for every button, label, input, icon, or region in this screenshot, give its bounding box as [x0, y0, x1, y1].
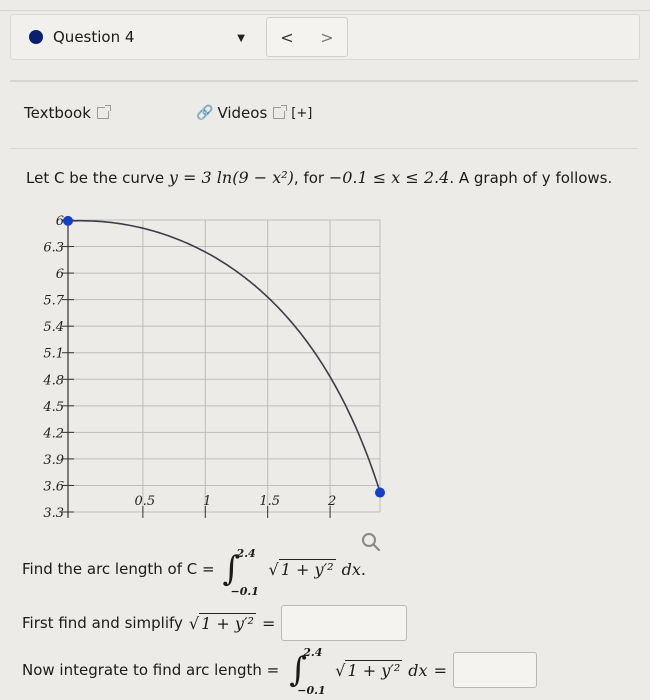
- integral-sign: ∫ 2.4 −0.1: [289, 646, 326, 697]
- prev-question-button[interactable]: <: [267, 28, 307, 47]
- radicand: 1 + y′²: [199, 613, 256, 633]
- x-tick-label: 1: [203, 494, 211, 509]
- resources-divider: [10, 148, 638, 149]
- caret-down-icon: ▼: [237, 33, 245, 44]
- videos-expand[interactable]: [+]: [291, 106, 312, 121]
- y-tick-label: 3.3: [43, 506, 64, 521]
- upper-limit: 2.4: [236, 547, 256, 560]
- y-tick-label: 4.8: [42, 373, 64, 388]
- sqrt-expression: √ 1 + y′²: [335, 660, 403, 680]
- prompt-text-1: Let C be the curve: [26, 169, 169, 187]
- external-link-icon: [96, 105, 111, 119]
- domain-range: −0.1 ≤ x ≤ 2.4: [328, 168, 450, 187]
- integral-sign: ∫ 2.4 −0.1: [222, 547, 259, 598]
- curve-graph: 6 6.3 6 5.7 5.4 5.1 4.8 4.5 4.2 3.9 3.6 3.3 0.5 1 1.5 2: [42, 214, 385, 521]
- arc-length-statement: Find the arc length of C = ∫ 2.4 −0.1 √ 1…: [22, 547, 366, 598]
- external-link-icon: [273, 105, 288, 119]
- videos-label: Videos: [217, 104, 268, 122]
- equals-sign: =: [261, 613, 276, 633]
- q1-text: Find the arc length of C =: [22, 560, 215, 578]
- y-tick-label: 4.2: [42, 426, 64, 441]
- radicand: 1 + y′²: [278, 559, 336, 579]
- y-tick-label: 6: [56, 267, 64, 282]
- q3-text: Now integrate to find arc length =: [22, 661, 280, 679]
- sqrt-expression: √ 1 + y′²: [268, 559, 336, 579]
- videos-link[interactable]: 🔗 Videos [+]: [196, 104, 312, 122]
- question-bar: Question 4 ▼ < >: [10, 14, 640, 60]
- y-tick-label: 3.6: [43, 479, 64, 494]
- question-label: Question 4: [53, 28, 135, 46]
- textbook-label: Textbook: [24, 104, 91, 122]
- arc-length-answer-input[interactable]: [452, 652, 537, 688]
- x-tick-label: 1.5: [259, 494, 280, 509]
- section-divider: [10, 80, 638, 82]
- prompt-text-3: . A graph of y follows.: [449, 169, 613, 187]
- question-nav: < >: [266, 17, 348, 57]
- y-tick-label: 6: [56, 214, 64, 229]
- y-tick-label: 5.7: [43, 294, 64, 309]
- dx: dx.: [341, 559, 366, 579]
- dx: dx: [408, 660, 428, 680]
- equals-sign: =: [433, 660, 447, 680]
- lower-limit: −0.1: [297, 684, 326, 697]
- curve-line: [67, 219, 381, 493]
- end-point: [375, 487, 385, 498]
- simplify-answer-input[interactable]: [281, 605, 408, 641]
- top-divider: [0, 10, 650, 11]
- prompt-text-2: , for: [293, 169, 329, 187]
- y-tick-label: 3.9: [43, 453, 64, 468]
- y-tick-label: 5.4: [43, 320, 64, 335]
- magnify-icon[interactable]: [360, 531, 382, 553]
- x-tick-label: 0.5: [135, 494, 156, 509]
- upper-limit: 2.4: [303, 646, 323, 659]
- y-tick-label: 5.1: [43, 347, 64, 362]
- next-question-button[interactable]: >: [307, 28, 347, 47]
- simplify-statement: First find and simplify √ 1 + y′² =: [22, 605, 408, 641]
- textbook-link[interactable]: Textbook: [24, 104, 111, 122]
- lower-limit: −0.1: [230, 585, 259, 598]
- y-tick-label: 4.5: [42, 400, 64, 415]
- paperclip-icon: 🔗: [196, 105, 214, 121]
- curve-equation: y = 3 ln(9 − x²): [168, 168, 294, 187]
- sqrt-expression: √ 1 + y′²: [188, 613, 256, 633]
- x-tick-label: 2: [327, 494, 336, 509]
- radicand: 1 + y′²: [345, 660, 403, 680]
- q2-text: First find and simplify: [22, 614, 183, 632]
- question-status-dot: [29, 30, 43, 44]
- y-tick-label: 6.3: [43, 241, 64, 256]
- integrate-statement: Now integrate to find arc length = ∫ 2.4…: [22, 646, 537, 697]
- question-prompt: Let C be the curve y = 3 ln(9 − x²), for…: [26, 168, 612, 187]
- start-point: [63, 215, 73, 226]
- question-select[interactable]: Question 4 ▼: [15, 19, 255, 55]
